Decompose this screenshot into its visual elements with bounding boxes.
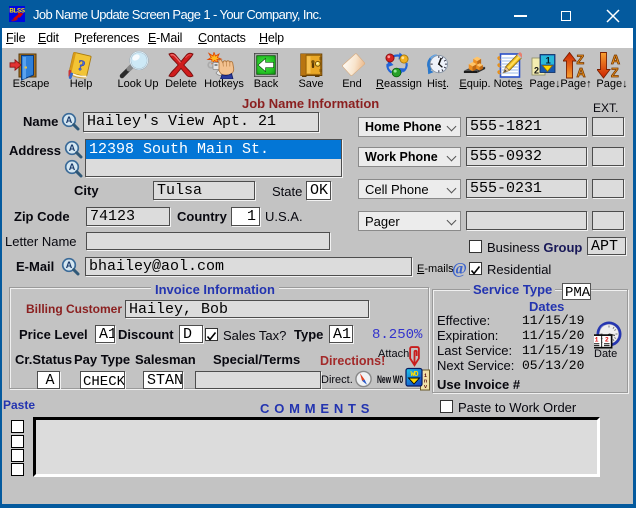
svg-text:1: 1 — [595, 336, 599, 343]
svg-text:1: 1 — [546, 56, 552, 67]
svg-text:2: 2 — [605, 336, 609, 343]
svg-text:A: A — [611, 53, 620, 67]
svg-text:@: @ — [452, 261, 467, 278]
svg-text:2: 2 — [534, 66, 539, 76]
svg-text:Z: Z — [577, 53, 585, 67]
